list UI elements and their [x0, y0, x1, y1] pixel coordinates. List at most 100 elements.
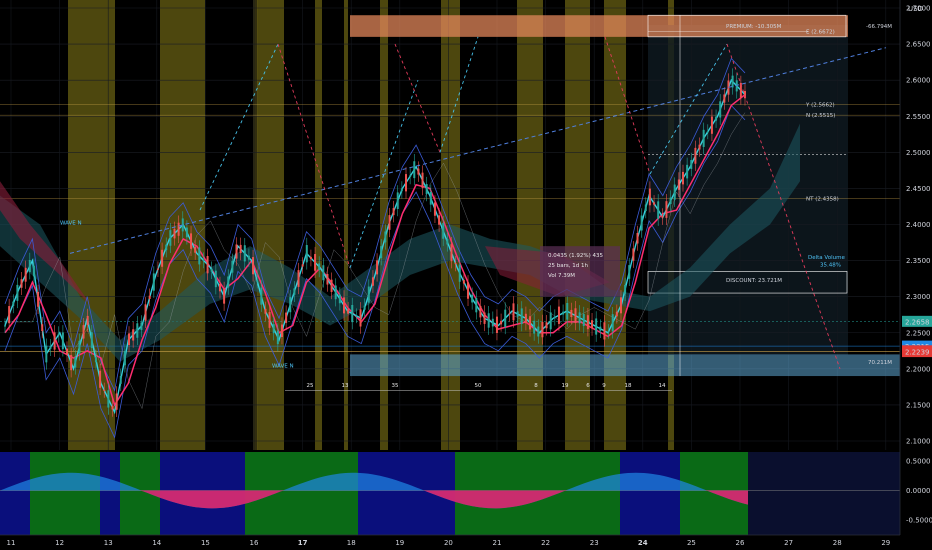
candle-body — [562, 311, 565, 315]
date-tick: 23 — [590, 539, 599, 547]
candle-body — [615, 311, 618, 317]
candle-body — [314, 254, 317, 271]
price-tick: 2.7000 — [906, 5, 931, 13]
candle-body — [574, 308, 577, 324]
candle-body — [491, 318, 494, 327]
date-tick: 27 — [784, 539, 793, 547]
price-tick: 2.5500 — [906, 113, 931, 121]
price-tick: 2.3000 — [906, 293, 931, 301]
candle-body — [66, 348, 69, 355]
candle-body — [417, 168, 420, 175]
date-tick: 12 — [55, 539, 64, 547]
candle-body — [74, 357, 77, 368]
candle-body — [648, 188, 651, 206]
candle-body — [495, 316, 498, 333]
candle-body — [309, 256, 312, 260]
candle-body — [342, 297, 345, 314]
candle-body — [681, 171, 684, 185]
candle-body — [516, 311, 519, 317]
candle-body — [458, 264, 461, 282]
candle-body — [653, 202, 656, 205]
candle-body — [190, 233, 193, 249]
candle-body — [599, 326, 602, 331]
candle-body — [20, 279, 23, 288]
candle-body — [595, 318, 598, 335]
candle-body — [384, 231, 387, 243]
candle-body — [557, 306, 560, 324]
candle-body — [16, 284, 19, 301]
candle-body — [119, 375, 122, 384]
candle-body — [32, 265, 35, 277]
candle-body — [185, 227, 188, 238]
oscillator-block — [30, 452, 100, 535]
candle-body — [90, 332, 93, 348]
candle-body — [706, 131, 709, 133]
candle-body — [8, 306, 11, 324]
date-tick: 15 — [201, 539, 210, 547]
date-tick: 19 — [395, 539, 404, 547]
candle-body — [330, 279, 333, 292]
candle-body — [450, 244, 453, 262]
candle-body — [194, 246, 197, 253]
candle-body — [206, 256, 209, 274]
date-tick: 16 — [250, 539, 259, 547]
candle-body — [719, 101, 722, 118]
price-chart[interactable]: PREMIUM: -10.305M -66.794M 70.211M DISCOUNT… — [0, 0, 932, 550]
candle-body — [611, 314, 614, 332]
price-label: 2.2239 — [905, 349, 930, 357]
candle-body — [301, 264, 304, 267]
candle-body — [673, 184, 676, 200]
date-tick: 20 — [444, 539, 453, 547]
candle-body — [644, 204, 647, 212]
candle-body — [479, 305, 482, 318]
candle-body — [177, 222, 180, 236]
candle-body — [276, 330, 279, 345]
date-tick: 29 — [881, 539, 890, 547]
candle-body — [37, 291, 40, 307]
oscillator-pane — [0, 452, 900, 535]
bar-count: 8 — [534, 383, 538, 389]
candle-body — [322, 265, 325, 281]
delta-volume-title: Delta Volume — [808, 255, 845, 261]
bottom-zone — [350, 354, 900, 377]
candle-body — [710, 116, 713, 134]
candle-body — [61, 332, 64, 350]
candle-body — [78, 340, 81, 354]
candle-body — [628, 265, 631, 279]
candle-body — [169, 230, 172, 246]
level-label: NT (2.4358) — [806, 197, 839, 203]
bar-count: 9 — [602, 383, 606, 389]
candle-body — [161, 249, 164, 267]
premium-volume: -66.794M — [866, 24, 892, 30]
candle-body — [252, 257, 255, 275]
session-band — [517, 0, 543, 450]
candle-body — [107, 390, 110, 408]
candle-body — [686, 164, 689, 179]
date-tick: 14 — [152, 539, 161, 547]
candle-body — [413, 161, 416, 179]
candle-body — [582, 314, 585, 326]
candle-body — [49, 346, 52, 349]
osc-tick: 0.0000 — [906, 487, 931, 495]
date-tick: 21 — [493, 539, 502, 547]
bar-count: 18 — [625, 383, 632, 389]
candle-body — [607, 331, 610, 333]
oscillator-block — [358, 452, 400, 535]
candle-body — [264, 308, 267, 314]
candle-body — [467, 282, 470, 299]
price-tick: 2.5000 — [906, 149, 931, 157]
candle-body — [326, 274, 329, 285]
oscillator-block — [620, 452, 680, 535]
candle-body — [218, 283, 221, 292]
candle-body — [483, 312, 486, 324]
price-label: 2.2658 — [905, 318, 930, 326]
candle-body — [396, 192, 399, 210]
candle-body — [504, 309, 507, 327]
wave-label: WAVE N — [60, 221, 82, 227]
candle-body — [512, 303, 515, 321]
candle-body — [723, 94, 726, 103]
candle-body — [471, 294, 474, 303]
candle-body — [442, 223, 445, 239]
candle-body — [529, 316, 532, 330]
candle-body — [144, 304, 147, 321]
